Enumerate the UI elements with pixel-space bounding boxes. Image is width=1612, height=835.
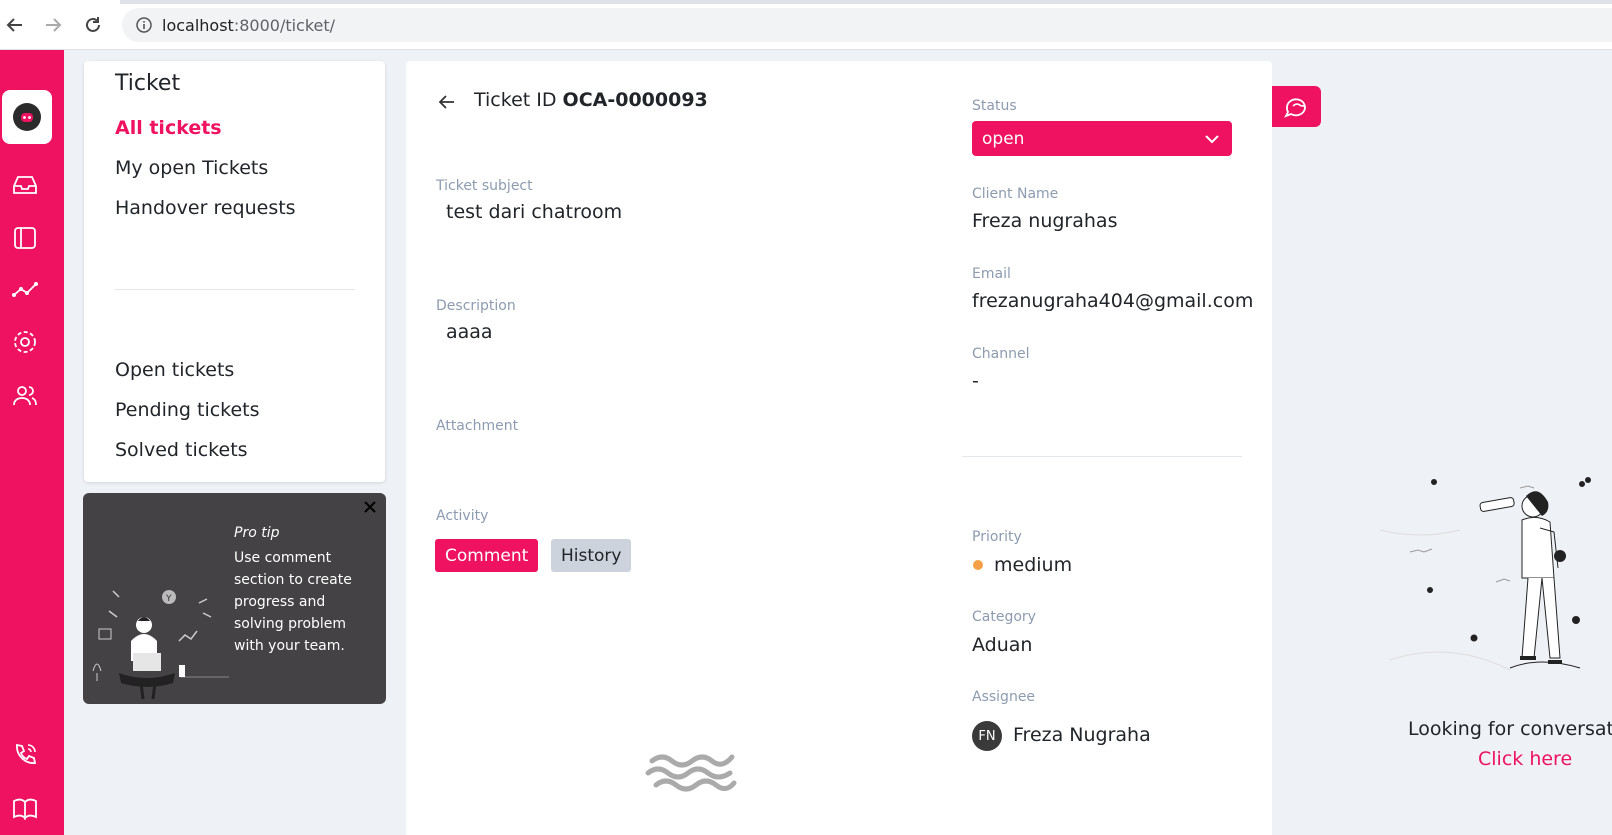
priority-label: Priority [972, 529, 1022, 545]
activity-label: Activity [436, 508, 489, 524]
chat-bubble-icon [1283, 98, 1306, 118]
users-icon[interactable] [10, 381, 40, 411]
pro-tip-illustration: Y [92, 590, 229, 700]
tab-strip-edge [120, 0, 1612, 4]
menu-item-handover-requests[interactable]: Handover requests [115, 197, 296, 219]
app-sidebar [0, 50, 64, 835]
ticket-subject-label: Ticket subject [436, 178, 533, 194]
logo-icon[interactable] [2, 90, 52, 144]
chevron-down-icon [1205, 135, 1219, 144]
menu-title: Ticket [115, 71, 181, 96]
status-select[interactable]: open [972, 121, 1232, 156]
channel-label: Channel [972, 346, 1030, 362]
info-icon[interactable] [136, 17, 152, 33]
pro-tip-heading: Pro tip [234, 525, 280, 541]
svg-text:Y: Y [165, 594, 172, 604]
url-text: localhost:8000/ticket/ [162, 15, 336, 35]
empty-activity-illustration [645, 754, 737, 792]
back-icon[interactable] [2, 12, 28, 38]
tab-history[interactable]: History [551, 539, 632, 572]
category-label: Category [972, 609, 1036, 625]
panel-icon[interactable] [10, 223, 40, 253]
channel-value: - [972, 370, 979, 392]
client-name-label: Client Name [972, 186, 1059, 202]
address-bar[interactable]: localhost:8000/ticket/ [122, 8, 1612, 42]
status-value: open [982, 128, 1025, 149]
looking-for-conversation-text: Looking for conversatio [1408, 718, 1612, 740]
reload-icon[interactable] [80, 12, 106, 38]
click-here-link[interactable]: Click here [1478, 748, 1572, 770]
menu-item-solved-tickets[interactable]: Solved tickets [115, 439, 248, 461]
ticket-detail-card: Ticket ID OCA-0000093 Ticket subject tes… [406, 61, 1272, 835]
phone-icon[interactable] [10, 740, 40, 770]
details-divider [962, 456, 1242, 457]
menu-item-all-tickets[interactable]: All tickets [115, 117, 222, 139]
close-icon[interactable] [362, 499, 378, 515]
email-label: Email [972, 266, 1011, 282]
book-icon[interactable] [10, 794, 40, 824]
assignee-value: Freza Nugraha [1013, 724, 1151, 746]
menu-item-my-open-tickets[interactable]: My open Tickets [115, 157, 268, 179]
attachment-label: Attachment [436, 418, 519, 434]
menu-item-pending-tickets[interactable]: Pending tickets [115, 399, 260, 421]
avatar: FN [972, 721, 1002, 751]
client-name-value: Freza nugrahas [972, 210, 1118, 232]
description-value: aaaa [446, 321, 493, 343]
priority-indicator [973, 560, 983, 570]
priority-value: medium [994, 554, 1073, 576]
conversation-toggle-button[interactable] [1272, 86, 1321, 127]
email-value: frezanugraha404@gmail.com [972, 290, 1254, 312]
menu-divider [115, 289, 355, 290]
looking-illustration [1380, 477, 1591, 671]
ticket-menu: Ticket All tickets My open Tickets Hando… [84, 61, 385, 482]
inbox-icon[interactable] [10, 170, 40, 200]
pro-tip-body: Use comment section to create progress a… [234, 550, 352, 654]
status-label: Status [972, 98, 1017, 114]
ticket-id-heading: Ticket ID OCA-0000093 [474, 89, 708, 111]
menu-item-open-tickets[interactable]: Open tickets [115, 359, 234, 381]
ticket-id-value: OCA-0000093 [562, 89, 708, 111]
ticket-subject-value: test dari chatroom [446, 201, 623, 223]
assignee-label: Assignee [972, 689, 1036, 705]
back-arrow-icon[interactable] [436, 91, 458, 113]
settings-icon[interactable] [10, 327, 40, 357]
tab-comment[interactable]: Comment [435, 539, 539, 572]
pro-tip-card: Y Pro tip Use comment section to create … [83, 493, 386, 704]
forward-icon[interactable] [40, 12, 66, 38]
analytics-icon[interactable] [10, 275, 40, 305]
browser-toolbar: localhost:8000/ticket/ [0, 0, 1612, 50]
description-label: Description [436, 298, 516, 314]
category-value: Aduan [972, 634, 1033, 656]
